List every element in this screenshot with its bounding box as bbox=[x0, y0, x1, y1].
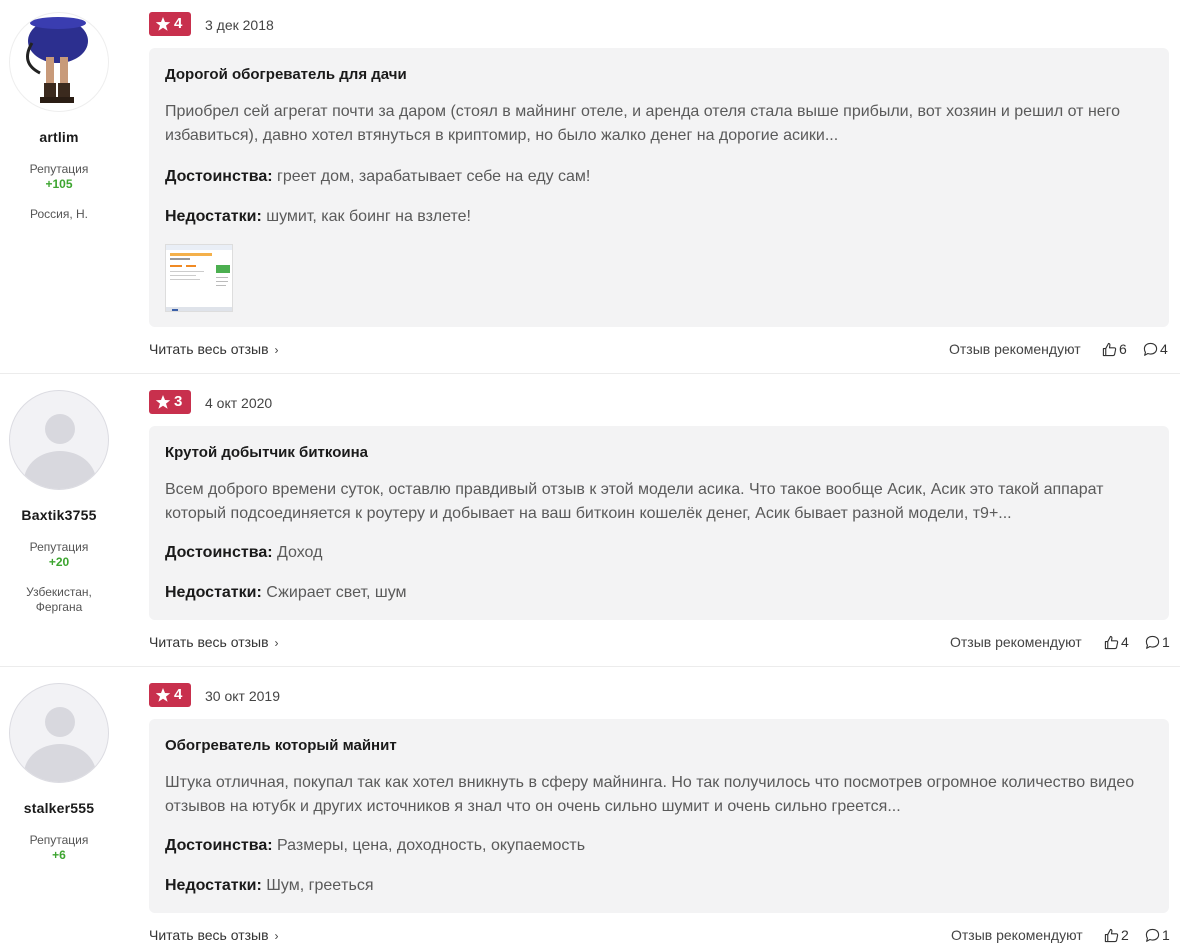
read-full-review-link[interactable]: Читать весь отзыв › bbox=[149, 927, 279, 943]
pros-text: греет дом, зарабатывает себе на еду сам! bbox=[277, 168, 591, 185]
rating-badge: 4 bbox=[149, 683, 191, 707]
rating-value: 3 bbox=[174, 393, 183, 410]
recommend-label: Отзыв рекомендуют bbox=[949, 341, 1081, 357]
user-location-city: Фергана bbox=[35, 600, 83, 614]
reputation-value: +105 bbox=[45, 177, 73, 191]
review-date: 30 окт 2019 bbox=[205, 688, 280, 704]
review-date: 3 дек 2018 bbox=[205, 17, 274, 33]
review-card: Baxtik3755 Репутация +20 Узбекистан, Фер… bbox=[0, 378, 1180, 664]
like-count: 2 bbox=[1121, 927, 1129, 943]
reputation-value: +20 bbox=[48, 555, 70, 569]
review-card: stalker555 Репутация +6 4 30 окт 2019 Об… bbox=[0, 671, 1180, 952]
comment-icon bbox=[1145, 635, 1160, 649]
recommend-label: Отзыв рекомендуют bbox=[950, 634, 1082, 650]
default-avatar-icon bbox=[45, 414, 75, 444]
rating-badge: 4 bbox=[149, 12, 191, 36]
pros-label: Достоинства: bbox=[165, 168, 273, 185]
divider bbox=[0, 373, 1180, 374]
review-cons: Недостатки: шумит, как боинг на взлете! bbox=[165, 208, 471, 226]
comments-button[interactable]: 1 bbox=[1145, 927, 1175, 945]
review-author: stalker555 Репутация +6 bbox=[0, 671, 118, 952]
review-title[interactable]: Дорогой обогреватель для дачи bbox=[165, 66, 407, 83]
cons-label: Недостатки: bbox=[165, 877, 262, 894]
comment-count: 1 bbox=[1162, 634, 1170, 650]
rating-value: 4 bbox=[174, 15, 183, 32]
avatar[interactable] bbox=[9, 683, 109, 783]
recommend-label: Отзыв рекомендуют bbox=[951, 927, 1083, 943]
like-button[interactable]: 2 bbox=[1104, 927, 1134, 945]
avatar[interactable] bbox=[9, 390, 109, 490]
comment-count: 4 bbox=[1160, 341, 1168, 357]
comment-icon bbox=[1143, 342, 1158, 356]
read-more-label: Читать весь отзыв bbox=[149, 341, 269, 357]
reputation-label: Репутация bbox=[29, 162, 89, 176]
review-content[interactable]: Крутой добытчик биткоина Всем доброго вр… bbox=[149, 426, 1169, 620]
like-button[interactable]: 4 bbox=[1104, 634, 1134, 652]
thumbs-up-icon bbox=[1104, 635, 1119, 650]
review-title[interactable]: Обогреватель который майнит bbox=[165, 737, 397, 754]
review-pros: Достоинства: греет дом, зарабатывает себ… bbox=[165, 168, 590, 186]
cons-label: Недостатки: bbox=[165, 584, 262, 601]
review-date: 4 окт 2020 bbox=[205, 395, 273, 411]
comments-button[interactable]: 4 bbox=[1143, 341, 1173, 359]
user-location-country: Узбекистан, bbox=[26, 585, 92, 599]
user-photo-icon bbox=[26, 17, 88, 103]
like-count: 6 bbox=[1119, 341, 1127, 357]
review-title[interactable]: Крутой добытчик биткоина bbox=[165, 444, 368, 461]
comments-button[interactable]: 1 bbox=[1145, 634, 1175, 652]
read-more-label: Читать весь отзыв bbox=[149, 927, 269, 943]
star-icon bbox=[155, 17, 171, 31]
review-content[interactable]: Обогреватель который майнит Штука отличн… bbox=[149, 719, 1169, 913]
chevron-right-icon: › bbox=[274, 343, 279, 357]
pros-label: Достоинства: bbox=[165, 837, 273, 854]
pros-label: Достоинства: bbox=[165, 544, 273, 561]
chevron-right-icon: › bbox=[274, 929, 279, 943]
review-cons: Недостатки: Шум, греeться bbox=[165, 877, 374, 895]
review-text: Приобрел сей агрегат почти за даром (сто… bbox=[165, 103, 1121, 144]
cons-label: Недостатки: bbox=[165, 208, 262, 225]
review-author: Baxtik3755 Репутация +20 Узбекистан, Фер… bbox=[0, 378, 118, 664]
review-pros: Достоинства: Размеры, цена, доходность, … bbox=[165, 837, 585, 855]
username[interactable]: artlim bbox=[0, 129, 118, 145]
pros-text: Доход bbox=[277, 544, 323, 561]
thumbs-up-icon bbox=[1102, 342, 1117, 357]
review-text: Всем доброго времени суток, оставлю прав… bbox=[165, 481, 1104, 522]
cons-text: Шум, греeться bbox=[266, 877, 374, 894]
like-button[interactable]: 6 bbox=[1102, 341, 1132, 359]
star-icon bbox=[155, 395, 171, 409]
default-avatar-icon bbox=[45, 707, 75, 737]
thumbs-up-icon bbox=[1104, 928, 1119, 943]
comment-count: 1 bbox=[1162, 927, 1170, 943]
username[interactable]: stalker555 bbox=[0, 800, 118, 816]
cons-text: шумит, как боинг на взлете! bbox=[266, 208, 471, 225]
review-card: artlim Репутация +105 Россия, Н. 4 3 дек… bbox=[0, 0, 1180, 372]
like-count: 4 bbox=[1121, 634, 1129, 650]
username[interactable]: Baxtik3755 bbox=[0, 507, 118, 523]
read-full-review-link[interactable]: Читать весь отзыв › bbox=[149, 341, 279, 357]
star-icon bbox=[155, 688, 171, 702]
user-location: Россия, Н. bbox=[29, 207, 89, 221]
read-full-review-link[interactable]: Читать весь отзыв › bbox=[149, 634, 279, 650]
pros-text: Размеры, цена, доходность, окупаемость bbox=[277, 837, 586, 854]
review-pros: Достоинства: Доход bbox=[165, 544, 322, 562]
rating-value: 4 bbox=[174, 686, 183, 703]
divider bbox=[0, 666, 1180, 667]
avatar[interactable] bbox=[9, 12, 109, 112]
cons-text: Сжирает свет, шум bbox=[266, 584, 407, 601]
review-image-thumbnail[interactable] bbox=[165, 244, 233, 312]
review-text: Штука отличная, покупал так как хотел вн… bbox=[165, 774, 1135, 815]
review-author: artlim Репутация +105 Россия, Н. bbox=[0, 0, 118, 372]
comment-icon bbox=[1145, 928, 1160, 942]
review-content[interactable]: Дорогой обогреватель для дачи Приобрел с… bbox=[149, 48, 1169, 327]
reputation-label: Репутация bbox=[29, 540, 89, 554]
reputation-label: Репутация bbox=[29, 833, 89, 847]
reputation-value: +6 bbox=[52, 848, 66, 862]
read-more-label: Читать весь отзыв bbox=[149, 634, 269, 650]
rating-badge: 3 bbox=[149, 390, 191, 414]
review-cons: Недостатки: Сжирает свет, шум bbox=[165, 584, 407, 602]
screenshot-thumbnail-icon bbox=[166, 245, 232, 311]
chevron-right-icon: › bbox=[274, 636, 279, 650]
